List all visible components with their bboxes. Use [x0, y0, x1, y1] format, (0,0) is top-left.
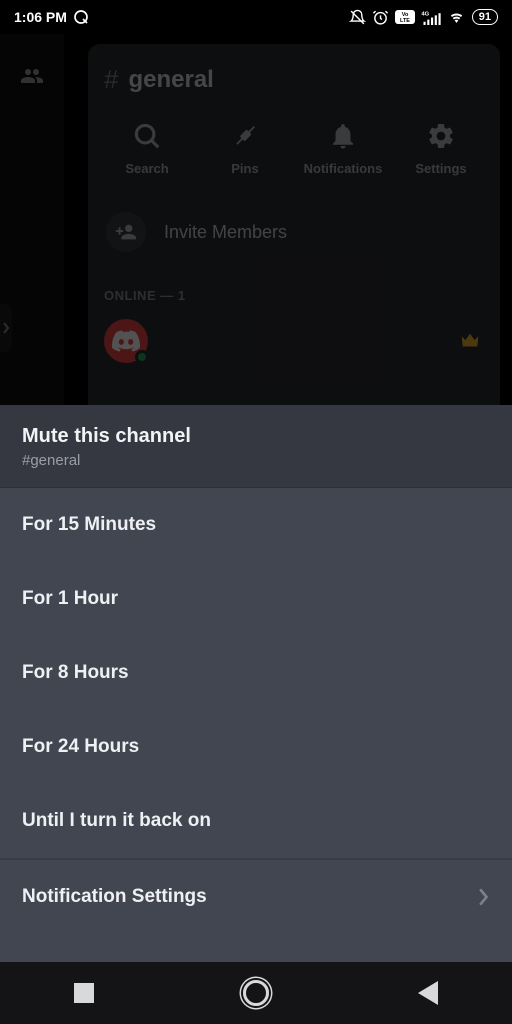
mute-option-1hour[interactable]: For 1 Hour — [0, 562, 512, 636]
system-nav-bar — [0, 962, 512, 1024]
mute-options: For 15 Minutes For 1 Hour For 8 Hours Fo… — [0, 488, 512, 1024]
mute-sheet: Mute this channel #general For 15 Minute… — [0, 405, 512, 1024]
pins-label: Pins — [231, 161, 258, 176]
status-left: 1:06 PM — [14, 9, 89, 25]
invite-members[interactable]: Invite Members — [98, 190, 490, 270]
hash-icon: # — [104, 64, 118, 95]
mute-option-15min[interactable]: For 15 Minutes — [0, 488, 512, 562]
status-time: 1:06 PM — [14, 9, 67, 25]
svg-text:LTE: LTE — [400, 18, 410, 24]
mute-option-24hours[interactable]: For 24 Hours — [0, 710, 512, 784]
chevron-right-icon — [478, 888, 490, 906]
online-header: ONLINE — 1 — [98, 270, 490, 309]
settings-action[interactable]: Settings — [401, 121, 481, 176]
bell-icon — [328, 121, 358, 151]
crown-icon — [456, 330, 484, 352]
chevron-right-icon — [2, 322, 10, 334]
pin-icon — [230, 121, 260, 151]
invite-avatar — [106, 212, 146, 252]
search-label: Search — [125, 161, 168, 176]
invite-label: Invite Members — [164, 222, 287, 243]
status-right: VoLTE 4G 91 — [349, 9, 498, 26]
settings-label: Settings — [415, 161, 466, 176]
alarm-icon — [372, 9, 389, 26]
gear-icon — [426, 121, 456, 151]
notifications-action[interactable]: Notifications — [303, 121, 383, 176]
notification-settings[interactable]: Notification Settings — [0, 860, 512, 934]
friends-icon[interactable] — [16, 64, 48, 88]
mute-option-until-off[interactable]: Until I turn it back on — [0, 784, 512, 858]
status-bar: 1:06 PM VoLTE 4G 91 — [0, 0, 512, 34]
wifi-icon — [447, 10, 466, 25]
notifications-label: Notifications — [304, 161, 383, 176]
channel-actions: Search Pins Notifications Settings — [98, 115, 490, 190]
search-action[interactable]: Search — [107, 121, 187, 176]
mute-bell-icon — [349, 9, 366, 26]
volte-icon: VoLTE — [395, 10, 415, 24]
presence-online-icon — [135, 350, 149, 364]
channel-name: general — [128, 66, 213, 94]
recents-button[interactable] — [74, 983, 94, 1003]
drawer-handle[interactable] — [0, 304, 12, 352]
notification-settings-label: Notification Settings — [22, 886, 207, 908]
mute-header: Mute this channel #general — [0, 405, 512, 488]
browser-q-icon — [73, 9, 89, 25]
mute-title: Mute this channel — [22, 425, 490, 448]
mute-subtitle: #general — [22, 452, 490, 469]
channel-header[interactable]: # general — [98, 60, 490, 115]
mute-option-8hours[interactable]: For 8 Hours — [0, 636, 512, 710]
back-button[interactable] — [418, 981, 438, 1005]
member-row[interactable] — [98, 309, 490, 373]
battery-icon: 91 — [472, 9, 498, 25]
search-icon — [132, 121, 162, 151]
discord-logo-icon — [112, 330, 140, 352]
signal-icon: 4G — [421, 10, 441, 25]
svg-text:4G: 4G — [421, 11, 429, 17]
home-button[interactable] — [243, 980, 269, 1006]
add-person-icon — [115, 221, 137, 243]
pins-action[interactable]: Pins — [205, 121, 285, 176]
member-avatar — [104, 319, 148, 363]
